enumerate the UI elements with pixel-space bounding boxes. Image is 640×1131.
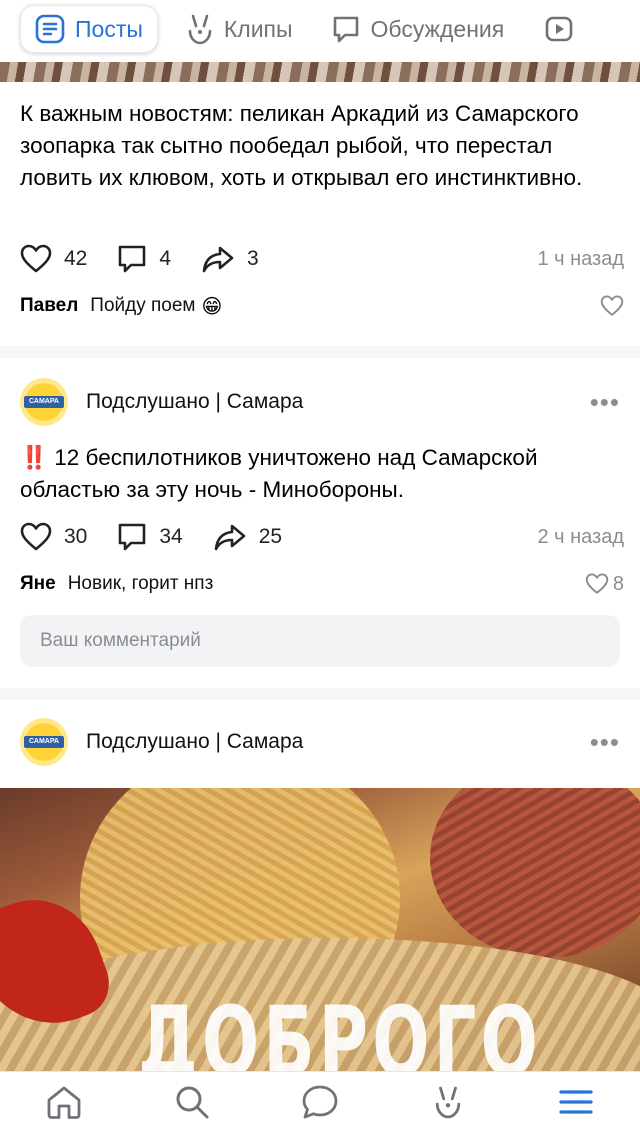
avatar[interactable]: САМАРА xyxy=(20,718,68,766)
group-name[interactable]: Подслушано | Самара xyxy=(86,730,303,754)
tab-discussions[interactable]: Обсуждения xyxy=(317,5,519,53)
nav-search[interactable] xyxy=(162,1072,222,1131)
video-icon xyxy=(545,16,573,42)
tab-video[interactable] xyxy=(530,5,574,53)
heart-icon xyxy=(585,573,609,594)
bottom-navigation xyxy=(0,1071,640,1131)
comment-icon xyxy=(119,245,146,273)
comment-text: Новик, горит нпз xyxy=(67,573,214,594)
comment-button[interactable]: 4 xyxy=(117,244,171,274)
yarn-ball-red xyxy=(430,788,640,958)
comment-icon xyxy=(119,523,146,551)
share-count: 25 xyxy=(258,525,283,548)
post-separator xyxy=(0,346,640,358)
comment-like-button[interactable] xyxy=(600,295,624,317)
share-button[interactable]: 25 xyxy=(213,523,282,551)
avatar[interactable]: САМАРА xyxy=(20,378,68,426)
post-time: 2 ч назад xyxy=(537,525,624,548)
menu-icon xyxy=(559,1089,593,1114)
share-icon xyxy=(214,524,246,551)
heart-icon xyxy=(600,295,624,316)
post-text: ‼️ 12 беспилотников уничтожено над Самар… xyxy=(20,442,620,506)
tab-clips[interactable]: Клипы xyxy=(172,5,307,53)
more-options-icon[interactable]: ••• xyxy=(590,729,620,755)
nav-messages[interactable] xyxy=(290,1072,350,1131)
like-button[interactable]: 30 xyxy=(20,522,87,552)
post-header: САМАРА Подслушано | Самара ••• xyxy=(20,374,620,430)
share-button[interactable]: 3 xyxy=(201,245,259,273)
heart-icon xyxy=(20,522,52,551)
image-caption: ДОБРОГО xyxy=(138,986,542,1071)
comment-emoji: 😁 xyxy=(201,295,223,318)
post-actions: 42 4 3 1 ч назад xyxy=(20,242,624,276)
comment-input[interactable]: Ваш комментарий xyxy=(20,615,620,667)
more-options-icon[interactable]: ••• xyxy=(590,389,620,415)
post-time: 1 ч назад xyxy=(537,247,624,270)
share-count: 3 xyxy=(247,247,259,270)
top-comment[interactable]: Яне Новик, горит нпз 8 xyxy=(20,570,624,598)
like-count: 30 xyxy=(64,525,88,548)
tab-posts-label: Посты xyxy=(75,15,143,42)
post-body: 12 беспилотников уничтожено над Самарско… xyxy=(20,445,538,502)
tab-clips-label: Клипы xyxy=(223,15,293,42)
avatar-label: САМАРА xyxy=(24,396,64,408)
comment-count: 34 xyxy=(159,525,183,548)
search-icon xyxy=(176,1086,209,1118)
like-button[interactable]: 42 xyxy=(20,244,87,274)
previous-post-image-strip xyxy=(0,62,640,82)
comment-count: 4 xyxy=(159,247,172,270)
post-text: К важным новостям: пеликан Аркадий из Са… xyxy=(20,101,583,190)
home-icon xyxy=(47,1086,81,1119)
comment-author[interactable]: Павел xyxy=(20,295,78,317)
post-actions: 30 34 25 2 ч назад xyxy=(20,520,624,554)
comment-like-count: 8 xyxy=(612,572,624,595)
nav-clips[interactable] xyxy=(418,1072,478,1131)
tab-posts[interactable]: Посты xyxy=(20,5,158,53)
post-image[interactable]: ДОБРОГО xyxy=(0,788,640,1071)
group-name[interactable]: Подслушано | Самара xyxy=(86,390,303,414)
posts-icon xyxy=(35,14,65,44)
comment-like-button[interactable]: 8 xyxy=(585,573,624,596)
nav-home[interactable] xyxy=(34,1072,94,1131)
messages-icon xyxy=(302,1085,338,1118)
clips-icon xyxy=(435,1086,461,1118)
heart-icon xyxy=(20,244,52,273)
top-comment[interactable]: Павел Пойду поем 😁 xyxy=(20,292,624,320)
like-count: 42 xyxy=(64,247,88,270)
comment-input-placeholder: Ваш комментарий xyxy=(40,630,201,651)
avatar-label: САМАРА xyxy=(24,736,64,748)
post-header: САМАРА Подслушано | Самара ••• xyxy=(20,714,620,770)
alert-emoji: ‼️ xyxy=(20,445,49,470)
top-tabs: Посты Клипы Обсуждения xyxy=(0,0,640,58)
tab-discussions-label: Обсуждения xyxy=(370,15,505,42)
comment-text: Пойду поем xyxy=(90,295,196,316)
comment-author[interactable]: Яне xyxy=(20,573,56,595)
post-separator xyxy=(0,688,640,700)
nav-menu[interactable] xyxy=(546,1072,606,1131)
clips-icon xyxy=(188,14,212,45)
share-icon xyxy=(202,246,234,273)
discussions-icon xyxy=(333,16,358,43)
comment-button[interactable]: 34 xyxy=(117,522,183,552)
